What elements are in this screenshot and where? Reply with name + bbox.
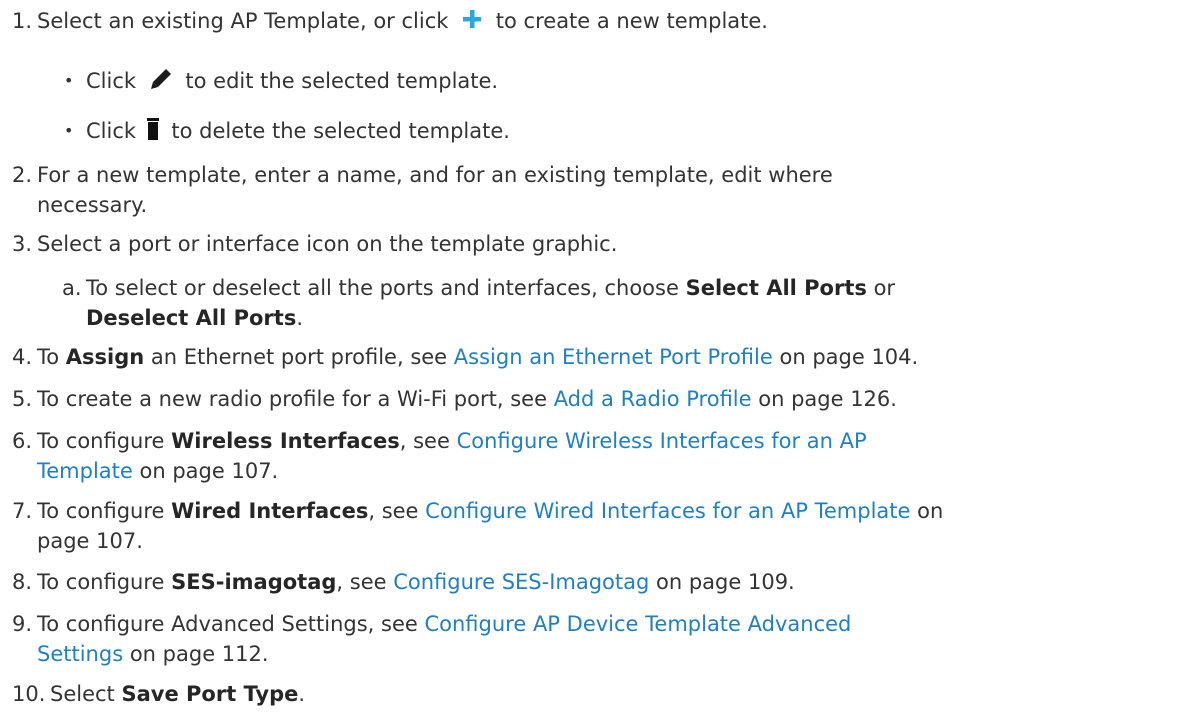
bullet-dot: • (64, 71, 74, 90)
select-all-ports-label: Select All Ports (685, 276, 867, 300)
link-configure-wireless-interfaces-cont[interactable]: Template (37, 459, 133, 483)
trash-icon (145, 117, 161, 141)
link-configure-wireless-interfaces[interactable]: Configure Wireless Interfaces for an AP (457, 429, 867, 453)
link-configure-wired-interfaces[interactable]: Configure Wired Interfaces for an AP Tem… (425, 499, 910, 523)
step-text-line2: necessary. (37, 193, 148, 217)
wired-interfaces-label: Wired Interfaces (171, 499, 369, 523)
link-configure-ses-imagotag[interactable]: Configure SES-Imagotag (393, 570, 649, 594)
step-text: Select an existing AP Template, or click… (37, 8, 768, 33)
bullet-dot: • (64, 121, 74, 140)
link-assign-ethernet-port-profile[interactable]: Assign an Ethernet Port Profile (454, 345, 773, 369)
step-text-line1: For a new template, enter a name, and fo… (37, 163, 833, 187)
step-number: 9. (12, 612, 33, 636)
step-number: 10. (12, 682, 46, 706)
ses-imagotag-label: SES-imagotag (171, 570, 337, 594)
step-number: 8. (12, 570, 33, 594)
step-number: 1. (12, 9, 33, 33)
link-configure-ap-advanced-settings[interactable]: Configure AP Device Template Advanced (424, 612, 851, 636)
substep-letter: a. (62, 276, 82, 300)
step-number: 3. (12, 232, 33, 256)
step-number: 6. (12, 429, 33, 453)
link-add-radio-profile[interactable]: Add a Radio Profile (554, 387, 752, 411)
step-number: 2. (12, 163, 33, 187)
save-port-type-label: Save Port Type (121, 682, 299, 706)
step-number: 5. (12, 387, 33, 411)
plus-icon (461, 8, 483, 30)
deselect-all-ports-label: Deselect All Ports (86, 306, 297, 330)
link-configure-ap-advanced-settings-cont[interactable]: Settings (37, 642, 123, 666)
wireless-interfaces-label: Wireless Interfaces (171, 429, 400, 453)
step-number: 4. (12, 345, 33, 369)
assign-label: Assign (65, 345, 145, 369)
step-text: Select a port or interface icon on the t… (37, 232, 618, 256)
step-number: 7. (12, 499, 33, 523)
pencil-icon (149, 67, 173, 91)
